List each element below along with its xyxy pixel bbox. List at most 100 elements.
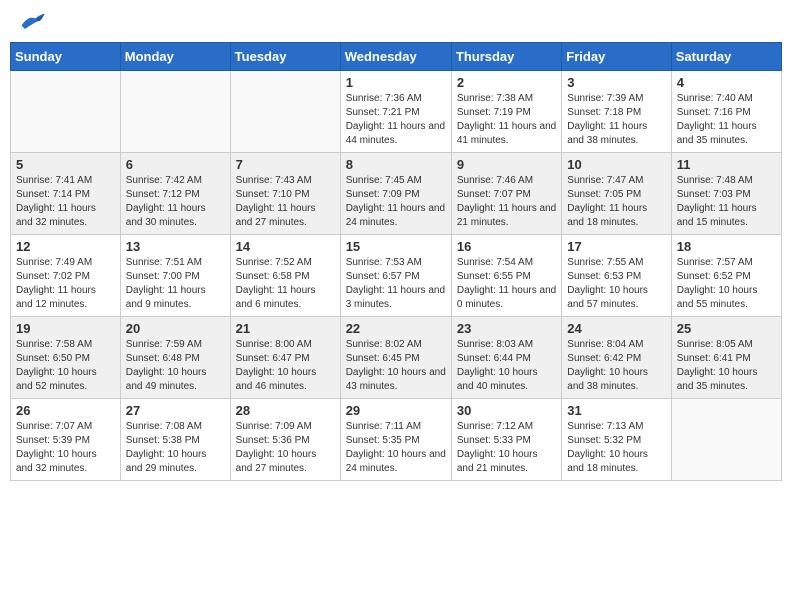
day-number: 19 [16, 321, 115, 336]
day-number: 4 [677, 75, 776, 90]
calendar-cell: 2Sunrise: 7:38 AMSunset: 7:19 PMDaylight… [451, 71, 561, 153]
day-number: 8 [346, 157, 446, 172]
calendar-cell: 31 Sunrise: 7:13 AMSunset: 5:32 PMDayligh… [562, 399, 671, 481]
calendar-cell: 23 Sunrise: 8:03 AMSunset: 6:44 PMDayligh… [451, 317, 561, 399]
day-number: 12 [16, 239, 115, 254]
day-number: 26 [16, 403, 115, 418]
day-info: Sunrise: 8:04 AMSunset: 6:42 PMDaylight:… [567, 338, 665, 394]
day-info: Sunrise: 7:12 AMSunset: 5:33 PMDaylight:… [457, 420, 556, 476]
day-info: Sunrise: 7:45 AMSunset: 7:09 PMDaylight:… [346, 174, 446, 230]
day-info: Sunrise: 7:40 AMSunset: 7:16 PMDaylight:… [677, 92, 776, 148]
day-number: 1 [346, 75, 446, 90]
day-info: Sunrise: 7:08 AMSunset: 5:38 PMDaylight:… [126, 420, 225, 476]
day-number: 6 [126, 157, 225, 172]
calendar-cell: 12 Sunrise: 7:49 AMSunset: 7:02 PMDayligh… [11, 235, 121, 317]
day-info: Sunrise: 7:49 AMSunset: 7:02 PMDaylight:… [16, 256, 115, 312]
calendar-week-3: 12 Sunrise: 7:49 AMSunset: 7:02 PMDayligh… [11, 235, 782, 317]
day-info: Sunrise: 7:09 AMSunset: 5:36 PMDaylight:… [236, 420, 335, 476]
weekday-header-saturday: Saturday [671, 43, 781, 71]
calendar-cell: 16 Sunrise: 7:54 AMSunset: 6:55 PMDayligh… [451, 235, 561, 317]
day-number: 25 [677, 321, 776, 336]
calendar-cell: 7Sunrise: 7:43 AMSunset: 7:10 PMDaylight… [230, 153, 340, 235]
day-info: Sunrise: 7:13 AMSunset: 5:32 PMDaylight:… [567, 420, 665, 476]
calendar-cell: 6 Sunrise: 7:42 AMSunset: 7:12 PMDaylight… [120, 153, 230, 235]
day-number: 21 [236, 321, 335, 336]
day-number: 15 [346, 239, 446, 254]
weekday-header-tuesday: Tuesday [230, 43, 340, 71]
calendar-cell: 24Sunrise: 8:04 AMSunset: 6:42 PMDayligh… [562, 317, 671, 399]
calendar-cell: 14 Sunrise: 7:52 AMSunset: 6:58 PMDayligh… [230, 235, 340, 317]
day-info: Sunrise: 7:58 AMSunset: 6:50 PMDaylight:… [16, 338, 115, 394]
calendar-cell: 10 Sunrise: 7:47 AMSunset: 7:05 PMDayligh… [562, 153, 671, 235]
day-info: Sunrise: 7:51 AMSunset: 7:00 PMDaylight:… [126, 256, 225, 312]
day-info: Sunrise: 8:03 AMSunset: 6:44 PMDaylight:… [457, 338, 556, 394]
weekday-header-monday: Monday [120, 43, 230, 71]
day-info: Sunrise: 7:55 AMSunset: 6:53 PMDaylight:… [567, 256, 665, 312]
calendar-cell: 4 Sunrise: 7:40 AMSunset: 7:16 PMDaylight… [671, 71, 781, 153]
calendar-cell: 15 Sunrise: 7:53 AMSunset: 6:57 PMDayligh… [340, 235, 451, 317]
day-number: 10 [567, 157, 665, 172]
calendar-cell: 3Sunrise: 7:39 AMSunset: 7:18 PMDaylight… [562, 71, 671, 153]
day-info: Sunrise: 7:46 AMSunset: 7:07 PMDaylight:… [457, 174, 556, 230]
day-number: 7 [236, 157, 335, 172]
calendar-cell: 28 Sunrise: 7:09 AMSunset: 5:36 PMDayligh… [230, 399, 340, 481]
logo-bird-icon [18, 10, 46, 34]
weekday-header-wednesday: Wednesday [340, 43, 451, 71]
day-info: Sunrise: 7:54 AMSunset: 6:55 PMDaylight:… [457, 256, 556, 312]
calendar-header-row: SundayMondayTuesdayWednesdayThursdayFrid… [11, 43, 782, 71]
day-info: Sunrise: 7:57 AMSunset: 6:52 PMDaylight:… [677, 256, 776, 312]
calendar-cell: 21 Sunrise: 8:00 AMSunset: 6:47 PMDayligh… [230, 317, 340, 399]
calendar-week-5: 26 Sunrise: 7:07 AMSunset: 5:39 PMDayligh… [11, 399, 782, 481]
day-info: Sunrise: 7:39 AMSunset: 7:18 PMDaylight:… [567, 92, 665, 148]
day-number: 17 [567, 239, 665, 254]
day-info: Sunrise: 7:52 AMSunset: 6:58 PMDaylight:… [236, 256, 335, 312]
calendar-cell: 11 Sunrise: 7:48 AMSunset: 7:03 PMDayligh… [671, 153, 781, 235]
day-info: Sunrise: 7:07 AMSunset: 5:39 PMDaylight:… [16, 420, 115, 476]
page-header [10, 10, 782, 34]
calendar-table: SundayMondayTuesdayWednesdayThursdayFrid… [10, 42, 782, 481]
calendar-cell: 20Sunrise: 7:59 AMSunset: 6:48 PMDayligh… [120, 317, 230, 399]
day-info: Sunrise: 7:36 AMSunset: 7:21 PMDaylight:… [346, 92, 446, 148]
day-info: Sunrise: 7:42 AMSunset: 7:12 PMDaylight:… [126, 174, 225, 230]
calendar-cell: 25Sunrise: 8:05 AMSunset: 6:41 PMDayligh… [671, 317, 781, 399]
day-info: Sunrise: 7:11 AMSunset: 5:35 PMDaylight:… [346, 420, 446, 476]
calendar-cell [230, 71, 340, 153]
day-info: Sunrise: 8:02 AMSunset: 6:45 PMDaylight:… [346, 338, 446, 394]
day-number: 29 [346, 403, 446, 418]
day-info: Sunrise: 8:00 AMSunset: 6:47 PMDaylight:… [236, 338, 335, 394]
calendar-week-4: 19 Sunrise: 7:58 AMSunset: 6:50 PMDayligh… [11, 317, 782, 399]
logo [14, 10, 46, 34]
calendar-cell: 18Sunrise: 7:57 AMSunset: 6:52 PMDayligh… [671, 235, 781, 317]
calendar-cell: 17 Sunrise: 7:55 AMSunset: 6:53 PMDayligh… [562, 235, 671, 317]
calendar-cell [120, 71, 230, 153]
day-number: 11 [677, 157, 776, 172]
weekday-header-friday: Friday [562, 43, 671, 71]
calendar-week-2: 5 Sunrise: 7:41 AMSunset: 7:14 PMDaylight… [11, 153, 782, 235]
day-number: 5 [16, 157, 115, 172]
day-info: Sunrise: 7:53 AMSunset: 6:57 PMDaylight:… [346, 256, 446, 312]
day-number: 31 [567, 403, 665, 418]
day-number: 30 [457, 403, 556, 418]
weekday-header-thursday: Thursday [451, 43, 561, 71]
day-number: 22 [346, 321, 446, 336]
calendar-cell: 27 Sunrise: 7:08 AMSunset: 5:38 PMDayligh… [120, 399, 230, 481]
day-number: 27 [126, 403, 225, 418]
day-number: 20 [126, 321, 225, 336]
day-number: 28 [236, 403, 335, 418]
calendar-cell: 19 Sunrise: 7:58 AMSunset: 6:50 PMDayligh… [11, 317, 121, 399]
day-info: Sunrise: 7:41 AMSunset: 7:14 PMDaylight:… [16, 174, 115, 230]
calendar-cell: 1 Sunrise: 7:36 AMSunset: 7:21 PMDaylight… [340, 71, 451, 153]
calendar-cell: 8 Sunrise: 7:45 AMSunset: 7:09 PMDaylight… [340, 153, 451, 235]
day-info: Sunrise: 7:48 AMSunset: 7:03 PMDaylight:… [677, 174, 776, 230]
calendar-cell: 5 Sunrise: 7:41 AMSunset: 7:14 PMDaylight… [11, 153, 121, 235]
weekday-header-sunday: Sunday [11, 43, 121, 71]
day-number: 23 [457, 321, 556, 336]
calendar-cell: 22 Sunrise: 8:02 AMSunset: 6:45 PMDayligh… [340, 317, 451, 399]
calendar-week-1: 1 Sunrise: 7:36 AMSunset: 7:21 PMDaylight… [11, 71, 782, 153]
day-info: Sunrise: 7:47 AMSunset: 7:05 PMDaylight:… [567, 174, 665, 230]
calendar-cell [11, 71, 121, 153]
day-number: 13 [126, 239, 225, 254]
day-number: 14 [236, 239, 335, 254]
day-number: 16 [457, 239, 556, 254]
calendar-cell [671, 399, 781, 481]
